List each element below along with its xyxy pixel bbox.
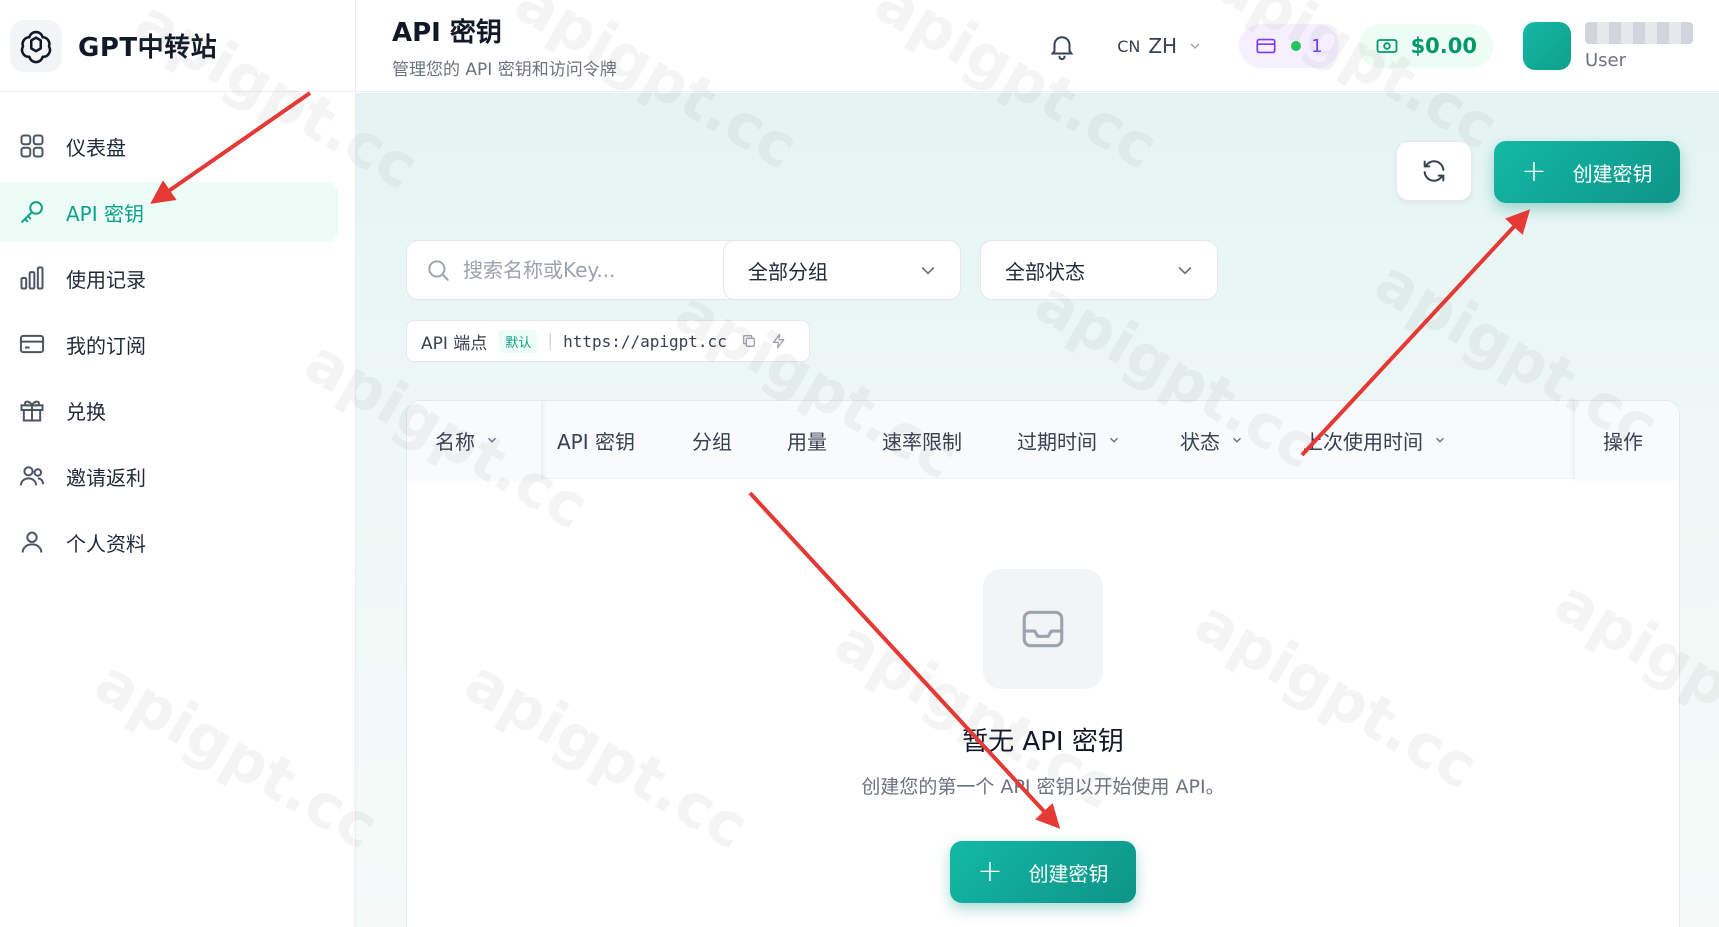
status-filter-select[interactable]: 全部状态 [980,240,1218,300]
refresh-button[interactable] [1396,141,1472,201]
create-first-key-label: 创建密钥 [1028,861,1109,886]
card-icon [1255,35,1277,57]
column-header-group: 分组 [692,401,732,479]
language-label: ZH [1148,34,1178,58]
plus-icon: + [1521,154,1547,189]
sidebar-item-subscriptions[interactable]: 我的订阅 [0,314,338,374]
user-role: User [1585,49,1627,71]
credit-card-icon [18,330,46,358]
language-selector[interactable]: CN ZH [1117,34,1203,58]
create-key-label: 创建密钥 [1572,161,1653,186]
column-header-last-used[interactable]: 上次使用时间 [1303,401,1447,479]
chevron-down-icon [1187,38,1203,54]
column-header-usage: 用量 [787,401,827,479]
empty-state-description: 创建您的第一个 API 密钥以开始使用 API。 [861,776,1225,798]
chevron-down-icon [1433,433,1447,447]
column-header-actions: 操作 [1575,401,1679,479]
chevron-down-icon [918,260,938,280]
column-header-expiry[interactable]: 过期时间 [1017,401,1121,479]
user-icon [18,528,46,556]
column-label: 过期时间 [1017,429,1097,454]
money-icon [1375,34,1399,58]
column-label: 操作 [1603,429,1643,454]
bell-icon[interactable] [1047,31,1077,61]
empty-state-title: 暂无 API 密钥 [962,727,1124,757]
sidebar-item-api-keys[interactable]: API 密钥 [0,182,338,242]
inbox-icon [983,569,1103,689]
bar-chart-icon [18,264,46,292]
chevron-down-icon [1175,260,1195,280]
openai-logo-icon [10,19,62,72]
dashboard-icon [18,132,46,160]
sidebar-item-profile[interactable]: 个人资料 [0,512,338,572]
column-label: 用量 [787,429,827,454]
chevron-down-icon [1107,433,1121,447]
endpoint-label: API 端点 [421,333,488,354]
avatar [1523,22,1571,70]
column-header-name[interactable]: 名称 [407,401,541,479]
sidebar-item-label: API 密钥 [66,201,144,226]
sidebar-item-redeem[interactable]: 兑换 [0,380,338,440]
create-first-key-button[interactable]: + 创建密钥 [950,841,1136,903]
plus-icon: + [977,854,1003,889]
column-header-rate-limit: 速率限制 [882,401,962,479]
user-name-redacted [1585,21,1693,44]
refresh-icon [1420,157,1448,185]
column-label: 上次使用时间 [1303,429,1423,454]
sidebar-item-referral[interactable]: 邀请返利 [0,446,338,506]
chevron-down-icon [485,433,499,447]
status-filter-value: 全部状态 [1005,259,1085,284]
lightning-icon[interactable] [771,333,787,349]
copy-icon[interactable] [741,333,757,349]
create-key-button[interactable]: + 创建密钥 [1494,141,1680,203]
brand[interactable]: GPT中转站 [0,0,355,92]
sidebar-nav: 仪表盘 API 密钥 使用记录 我的订阅 兑换 邀请返利 个人资料 [0,92,356,578]
subscription-count: 1 [1311,35,1323,57]
api-endpoint-bar: API 端点 默认 | https://apigpt.cc [406,320,810,362]
top-header: API 密钥 管理您的 API 密钥和访问令牌 CN ZH 1 $0.00 Us… [356,0,1719,92]
sidebar-item-label: 仪表盘 [66,135,126,160]
balance-badge[interactable]: $0.00 [1358,24,1493,68]
column-label: 状态 [1180,429,1220,454]
chevron-down-icon [1230,433,1244,447]
language-code: CN [1117,36,1141,56]
table-header: 名称 API 密钥 分组 用量 速率限制 过期时间 状态 上次使用时间 操作 [407,401,1679,479]
column-header-api-key: API 密钥 [557,401,635,479]
search-input[interactable] [463,258,763,282]
column-label: API 密钥 [557,429,635,454]
key-icon [18,198,46,226]
sidebar: GPT中转站 仪表盘 API 密钥 使用记录 我的订阅 兑换 邀请返利 个人资料 [0,0,356,927]
column-label: 速率限制 [882,429,962,454]
sidebar-item-label: 邀请返利 [66,465,146,490]
page-title: API 密钥 [392,17,502,48]
empty-state: 暂无 API 密钥 创建您的第一个 API 密钥以开始使用 API。 + 创建密… [407,569,1679,903]
users-icon [18,462,46,490]
divider: | [547,331,554,351]
search-icon [425,257,451,283]
brand-name: GPT中转站 [78,33,218,63]
main-content: + 创建密钥 全部分组 全部状态 API 端点 默认 | https://api… [356,93,1719,927]
group-filter-select[interactable]: 全部分组 [723,240,961,300]
page-subtitle: 管理您的 API 密钥和访问令牌 [392,59,617,80]
group-filter-value: 全部分组 [748,259,828,284]
endpoint-url: https://apigpt.cc [563,331,727,351]
sidebar-item-label: 兑换 [66,399,106,424]
api-keys-table: 名称 API 密钥 分组 用量 速率限制 过期时间 状态 上次使用时间 操作 暂… [406,400,1680,927]
column-label: 名称 [435,429,475,454]
balance-value: $0.00 [1410,34,1477,58]
sidebar-item-usage[interactable]: 使用记录 [0,248,338,308]
user-menu[interactable]: User [1523,21,1693,71]
default-badge: 默认 [499,329,538,353]
column-header-status[interactable]: 状态 [1180,401,1244,479]
subscription-badge[interactable]: 1 [1239,24,1339,68]
sidebar-item-label: 使用记录 [66,267,146,292]
column-label: 分组 [692,429,732,454]
sidebar-item-label: 个人资料 [66,531,146,556]
sidebar-item-label: 我的订阅 [66,333,146,358]
status-dot [1291,41,1302,51]
sidebar-item-dashboard[interactable]: 仪表盘 [0,116,338,176]
gift-icon [18,396,46,424]
